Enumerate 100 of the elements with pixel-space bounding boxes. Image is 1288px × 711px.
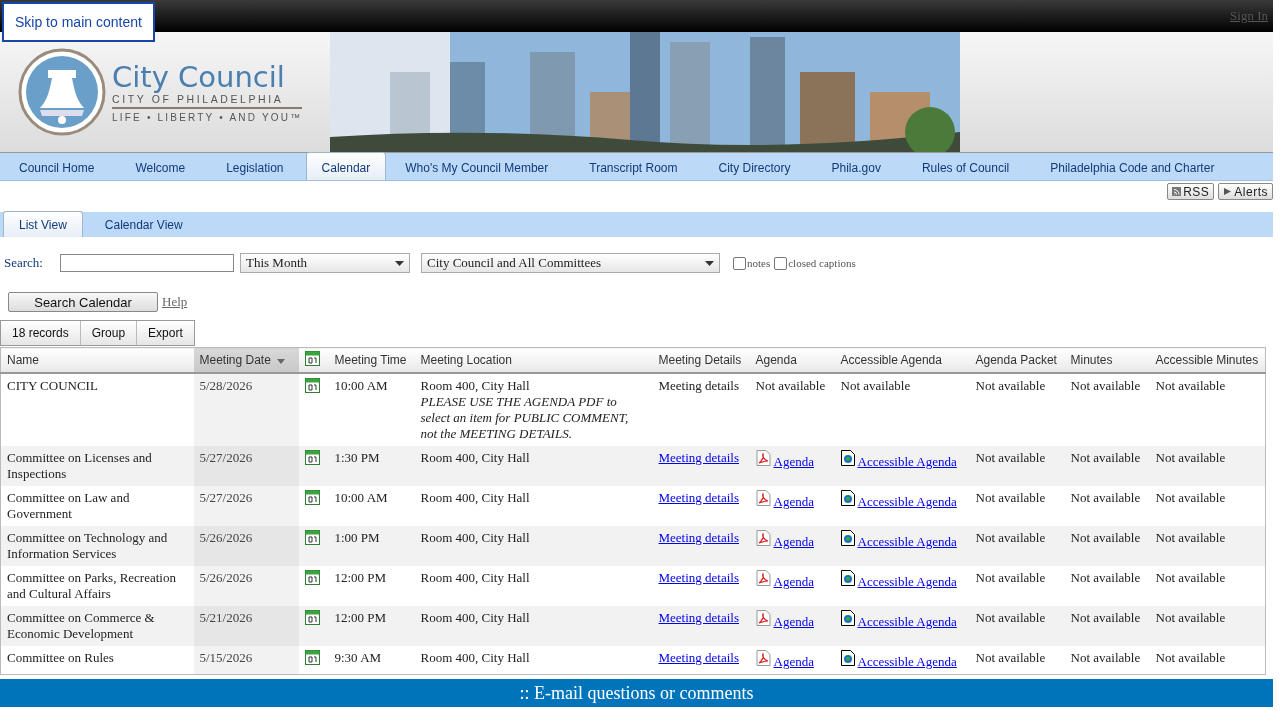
rss-button[interactable]: RSS <box>1167 183 1215 200</box>
search-label: Search: <box>4 255 44 271</box>
table-cell: Not available <box>1155 378 1226 393</box>
table-cell: 5/28/2026 <box>199 378 253 393</box>
document-icon <box>840 610 855 626</box>
toolbar-button[interactable]: Export <box>137 321 194 345</box>
table-cell: Not available <box>1070 610 1141 625</box>
calendar-icon <box>304 650 320 665</box>
checkbox[interactable] <box>733 256 746 270</box>
meeting-details-link[interactable]: Meeting details <box>658 650 739 665</box>
nav-tab[interactable]: Who's My Council Member <box>386 153 571 180</box>
table-cell: Room 400, City Hall <box>420 570 530 585</box>
nav-tab[interactable]: Legislation <box>207 153 306 180</box>
document-icon <box>840 450 855 466</box>
meeting-details-link[interactable]: Meeting details <box>658 570 739 585</box>
logo-tagline: LIFE • LIBERTY • AND YOU™ <box>112 112 303 123</box>
document-icon <box>840 650 855 666</box>
toolbar-button[interactable]: 18 records <box>1 321 81 345</box>
alerts-button[interactable]: Alerts <box>1218 183 1273 200</box>
nav-tab[interactable]: Philadelphia Code and Charter <box>1031 153 1237 180</box>
table-cell: Room 400, City Hall <box>420 450 530 465</box>
calendar-icon <box>304 490 320 505</box>
view-tab[interactable]: Calendar View <box>86 212 201 237</box>
table-cell: Not available <box>1155 610 1226 625</box>
table-cell: Room 400, City Hall <box>420 610 530 625</box>
document-icon <box>840 490 855 506</box>
table-cell: Room 400, City Hall <box>420 378 530 393</box>
table-cell: Not available <box>1070 490 1141 505</box>
table-cell: Meeting details <box>658 378 739 393</box>
pdf-icon <box>755 450 771 466</box>
table-cell: Committee on Rules <box>7 650 114 665</box>
table-cell: 12:00 PM <box>334 570 387 585</box>
agenda-link[interactable]: Agenda <box>773 654 814 670</box>
checkbox[interactable] <box>774 256 788 270</box>
table-cell: CITY COUNCIL <box>7 378 98 393</box>
table-cell: Not available <box>755 378 826 393</box>
accessible-agenda-link[interactable]: Accessible Agenda <box>857 654 957 670</box>
table-cell: Not available <box>1155 570 1226 585</box>
table-cell: Committee on Technology and Information Services <box>7 530 168 561</box>
table-cell: 5/15/2026 <box>199 650 253 665</box>
table-cell: Not available <box>840 378 911 393</box>
table-cell: Not available <box>975 530 1046 545</box>
pdf-icon <box>755 490 771 506</box>
table-cell: 1:00 PM <box>334 530 380 545</box>
meeting-details-link[interactable]: Meeting details <box>658 490 739 505</box>
calendar-icon <box>304 530 320 545</box>
document-icon <box>840 570 855 586</box>
nav-tab[interactable]: Phila.gov <box>812 153 903 180</box>
agenda-link[interactable]: Agenda <box>773 454 814 470</box>
logo-title: City Council <box>112 61 286 93</box>
nav-tab[interactable]: Rules of Council <box>902 153 1032 180</box>
agenda-link[interactable]: Agenda <box>773 614 814 630</box>
table-cell: Not available <box>975 610 1046 625</box>
table-cell: 10:00 AM <box>334 378 388 393</box>
column-header[interactable]: Name <box>7 353 39 367</box>
skip-link[interactable]: Skip to main content <box>2 2 155 42</box>
table-cell: 5/26/2026 <box>199 570 253 585</box>
table-cell: 5/21/2026 <box>199 610 253 625</box>
calendar-icon <box>304 450 320 465</box>
liberty-bell-logo-icon <box>18 48 106 136</box>
checkbox-label: notes <box>747 257 771 269</box>
play-icon <box>1223 187 1233 196</box>
accessible-agenda-link[interactable]: Accessible Agenda <box>857 574 957 590</box>
table-cell: Room 400, City Hall <box>420 650 530 665</box>
caret-icon <box>705 260 714 266</box>
agenda-link[interactable]: Agenda <box>773 494 814 510</box>
table-cell: Not available <box>975 650 1046 665</box>
help-link[interactable]: Help <box>162 294 188 310</box>
nav-tab[interactable]: City Directory <box>699 153 813 180</box>
nav-tab[interactable]: Transcript Room <box>570 153 700 180</box>
table-cell: Not available <box>975 570 1046 585</box>
search-button[interactable]: Search Calendar <box>8 292 158 312</box>
filter-dropdown[interactable]: This Month <box>240 253 410 273</box>
table-cell: Not available <box>1070 530 1141 545</box>
view-tab[interactable]: List View <box>3 211 83 237</box>
caret-icon <box>395 260 404 266</box>
nav-tab[interactable]: Council Home <box>0 153 117 180</box>
calendar-icon <box>304 570 320 585</box>
table-cell: Not available <box>1070 378 1141 393</box>
table-cell: 5/27/2026 <box>199 450 253 465</box>
feedback-link[interactable]: :: E-mail questions or comments <box>519 682 754 704</box>
table-cell: 9:30 AM <box>334 650 382 665</box>
table-cell: Not available <box>1070 570 1141 585</box>
calendar-icon <box>304 610 320 625</box>
table-cell: Room 400, City Hall <box>420 530 530 545</box>
sort-icon <box>276 359 285 364</box>
search-field[interactable] <box>60 254 234 272</box>
nav-tab[interactable]: Calendar <box>305 152 387 180</box>
table-cell: Not available <box>1070 650 1141 665</box>
filter-dropdown[interactable]: City Council and All Committees <box>421 253 720 273</box>
agenda-link[interactable]: Agenda <box>773 534 814 550</box>
accessible-agenda-link[interactable]: Accessible Agenda <box>857 494 957 510</box>
toolbar-button[interactable]: Group <box>80 321 138 345</box>
table-cell: 1:30 PM <box>334 450 380 465</box>
agenda-link[interactable]: Agenda <box>773 574 814 590</box>
rss-icon <box>1172 187 1182 196</box>
logo-subtitle: CITY OF PHILADELPHIA <box>112 93 303 109</box>
nav-tab[interactable]: Welcome <box>116 153 208 180</box>
note-text: PLEASE USE THE AGENDA PDF to select an item for PUBLIC COMMENT, not the MEETING DETAILS. <box>420 394 630 442</box>
table-cell: Committee on Commerce & Economic Development <box>7 610 155 641</box>
